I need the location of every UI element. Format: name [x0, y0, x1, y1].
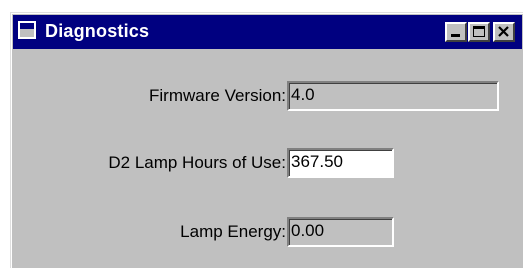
d2-lamp-hours-label: D2 Lamp Hours of Use:	[108, 153, 286, 172]
maximize-icon	[473, 26, 485, 37]
window-title: Diagnostics	[45, 21, 150, 41]
lamp-energy-field[interactable]: 0.00	[287, 217, 394, 247]
firmware-version-value: 4.0	[291, 85, 315, 104]
maximize-button[interactable]	[468, 22, 490, 42]
window-icon-body	[20, 28, 34, 37]
firmware-version-field[interactable]: 4.0	[287, 81, 499, 111]
d2-lamp-hours-value: 367.50	[291, 152, 343, 171]
firmware-version-row: Firmware Version: 4.0	[13, 81, 522, 111]
close-icon	[495, 24, 513, 40]
lamp-energy-value: 0.00	[291, 221, 325, 240]
window-icon[interactable]	[18, 21, 36, 39]
lamp-energy-row: Lamp Energy: 0.00	[13, 217, 522, 247]
minimize-icon	[451, 34, 460, 37]
diagnostics-content: Firmware Version: 4.0 D2 Lamp Hours of U…	[13, 51, 522, 269]
title-bar[interactable]: Diagnostics	[13, 15, 522, 49]
minimize-button[interactable]	[445, 22, 467, 42]
d2-lamp-hours-field[interactable]: 367.50	[287, 148, 394, 178]
diagnostics-window: Diagnostics Firmware Version: 4.0 D2 Lam…	[10, 12, 523, 268]
close-button[interactable]	[493, 22, 515, 42]
firmware-version-label: Firmware Version:	[149, 86, 286, 105]
d2-lamp-hours-row: D2 Lamp Hours of Use: 367.50	[13, 148, 522, 178]
lamp-energy-label: Lamp Energy:	[180, 222, 286, 241]
